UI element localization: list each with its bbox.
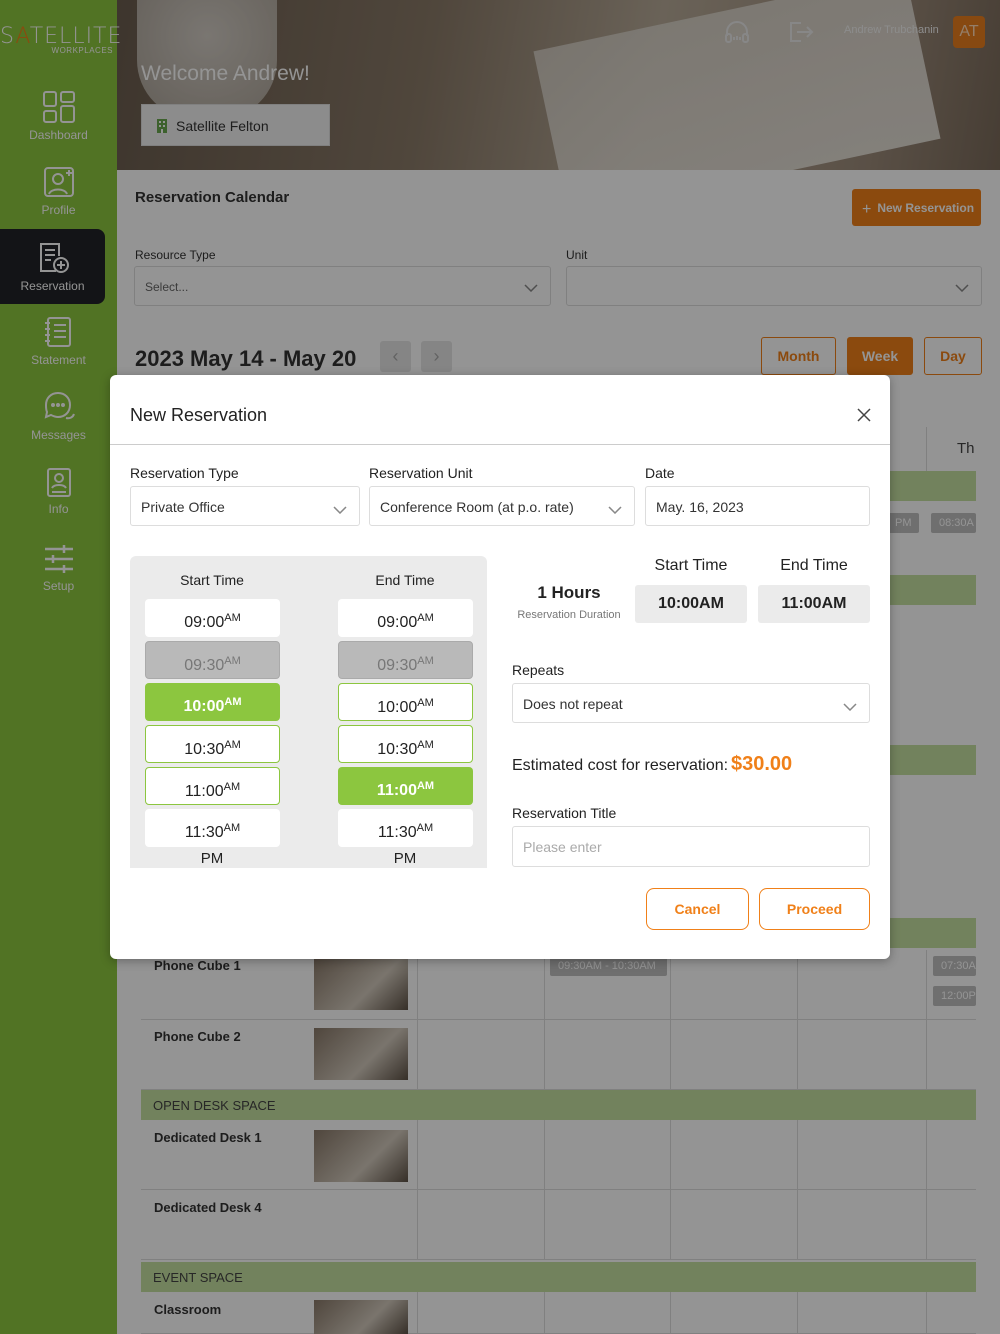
summary-end-header: End Time [780,557,848,574]
cancel-button[interactable]: Cancel [646,888,749,930]
chevron-down-icon [608,501,622,517]
summary-end-time: 11:00AM [758,585,870,623]
start-slot[interactable]: 11:00AM [145,767,280,805]
end-pm-label: PM [393,850,417,867]
start-pm-label: PM [200,850,224,867]
reservation-type-value: Private Office [141,499,225,515]
reservation-unit-value: Conference Room (at p.o. rate) [380,499,574,515]
new-reservation-modal: New Reservation Reservation Type Private… [110,375,890,959]
end-slot-disabled: 09:30AM [338,641,473,679]
start-slot[interactable]: 09:00AM [145,599,280,637]
date-label: Date [645,465,675,481]
duration-label: Reservation Duration [517,609,621,621]
date-field[interactable]: May. 16, 2023 [645,486,870,526]
close-icon[interactable] [856,407,872,423]
summary-start-header: Start Time [654,557,728,574]
reservation-title-input[interactable]: Please enter [512,826,870,867]
start-slot[interactable]: 11:30AM [145,809,280,847]
date-value: May. 16, 2023 [656,499,744,515]
start-slot[interactable]: 10:30AM [145,725,280,763]
reservation-unit-label: Reservation Unit [369,465,473,481]
repeats-label: Repeats [512,662,565,678]
estimated-cost-label: Estimated cost for reservation: [512,757,729,774]
reservation-unit-select[interactable]: Conference Room (at p.o. rate) [369,486,635,526]
repeats-value: Does not repeat [523,696,623,712]
estimated-cost-value: $30.00 [731,753,793,775]
end-slot[interactable]: 11:30AM [338,809,473,847]
modal-title: New Reservation [130,405,268,425]
proceed-button[interactable]: Proceed [759,888,870,930]
duration-value: 1 Hours [537,583,601,602]
reservation-type-select[interactable]: Private Office [130,486,360,526]
summary-start-time: 10:00AM [635,585,747,623]
end-slot[interactable]: 10:00AM [338,683,473,721]
start-slot-selected[interactable]: 10:00AM [145,683,280,721]
repeats-select[interactable]: Does not repeat [512,683,870,723]
end-slot[interactable]: 10:30AM [338,725,473,763]
end-time-column-header: End Time [375,572,435,588]
start-time-column-header: Start Time [180,572,244,588]
time-picker-panel: Start Time End Time 09:00AM 09:30AM 10:0… [130,556,487,868]
start-slot-disabled: 09:30AM [145,641,280,679]
end-slot-selected[interactable]: 11:00AM [338,767,473,805]
reservation-type-label: Reservation Type [130,465,239,481]
divider [110,444,890,445]
end-slot[interactable]: 09:00AM [338,599,473,637]
chevron-down-icon [333,501,347,517]
chevron-down-icon [843,698,857,714]
reservation-title-label: Reservation Title [512,805,617,821]
